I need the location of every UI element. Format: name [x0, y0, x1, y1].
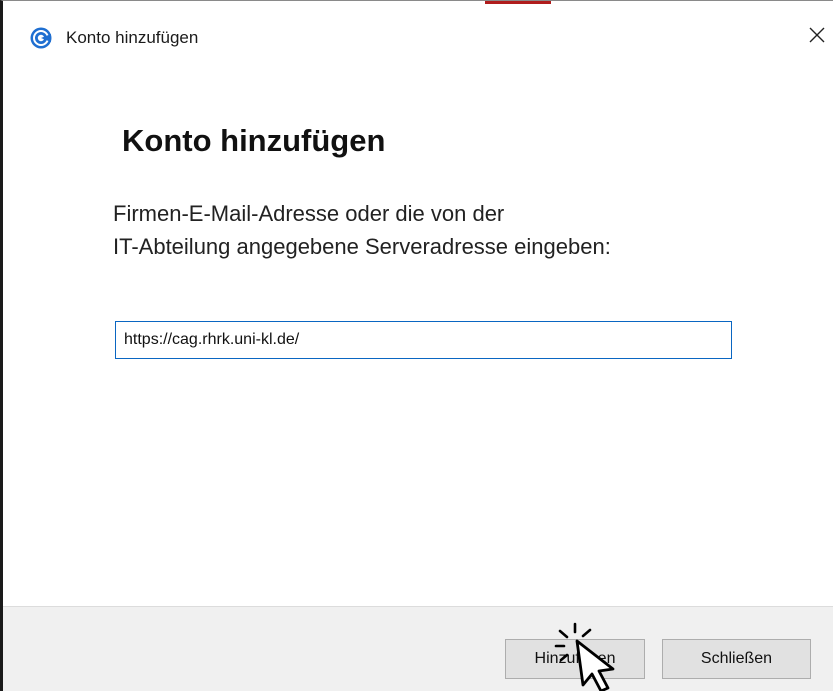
window-title: Konto hinzufügen — [66, 28, 199, 47]
add-account-dialog: Konto hinzufügen Konto hinzufügen Firmen… — [0, 0, 833, 691]
title-bar: Konto hinzufügen — [3, 1, 833, 79]
close-button[interactable]: Schließen — [662, 639, 811, 679]
instruction-text-line-2: IT-Abteilung angegebene Serveradresse ei… — [113, 234, 611, 259]
instruction-text-line-1: Firmen-E-Mail-Adresse oder die von der — [113, 201, 505, 226]
close-window-button[interactable] — [796, 15, 833, 59]
server-address-input[interactable] — [115, 321, 732, 359]
app-logo-icon — [30, 27, 52, 49]
close-icon — [808, 26, 826, 49]
page-title: Konto hinzufügen — [122, 123, 386, 158]
add-button[interactable]: Hinzufügen — [505, 639, 645, 679]
